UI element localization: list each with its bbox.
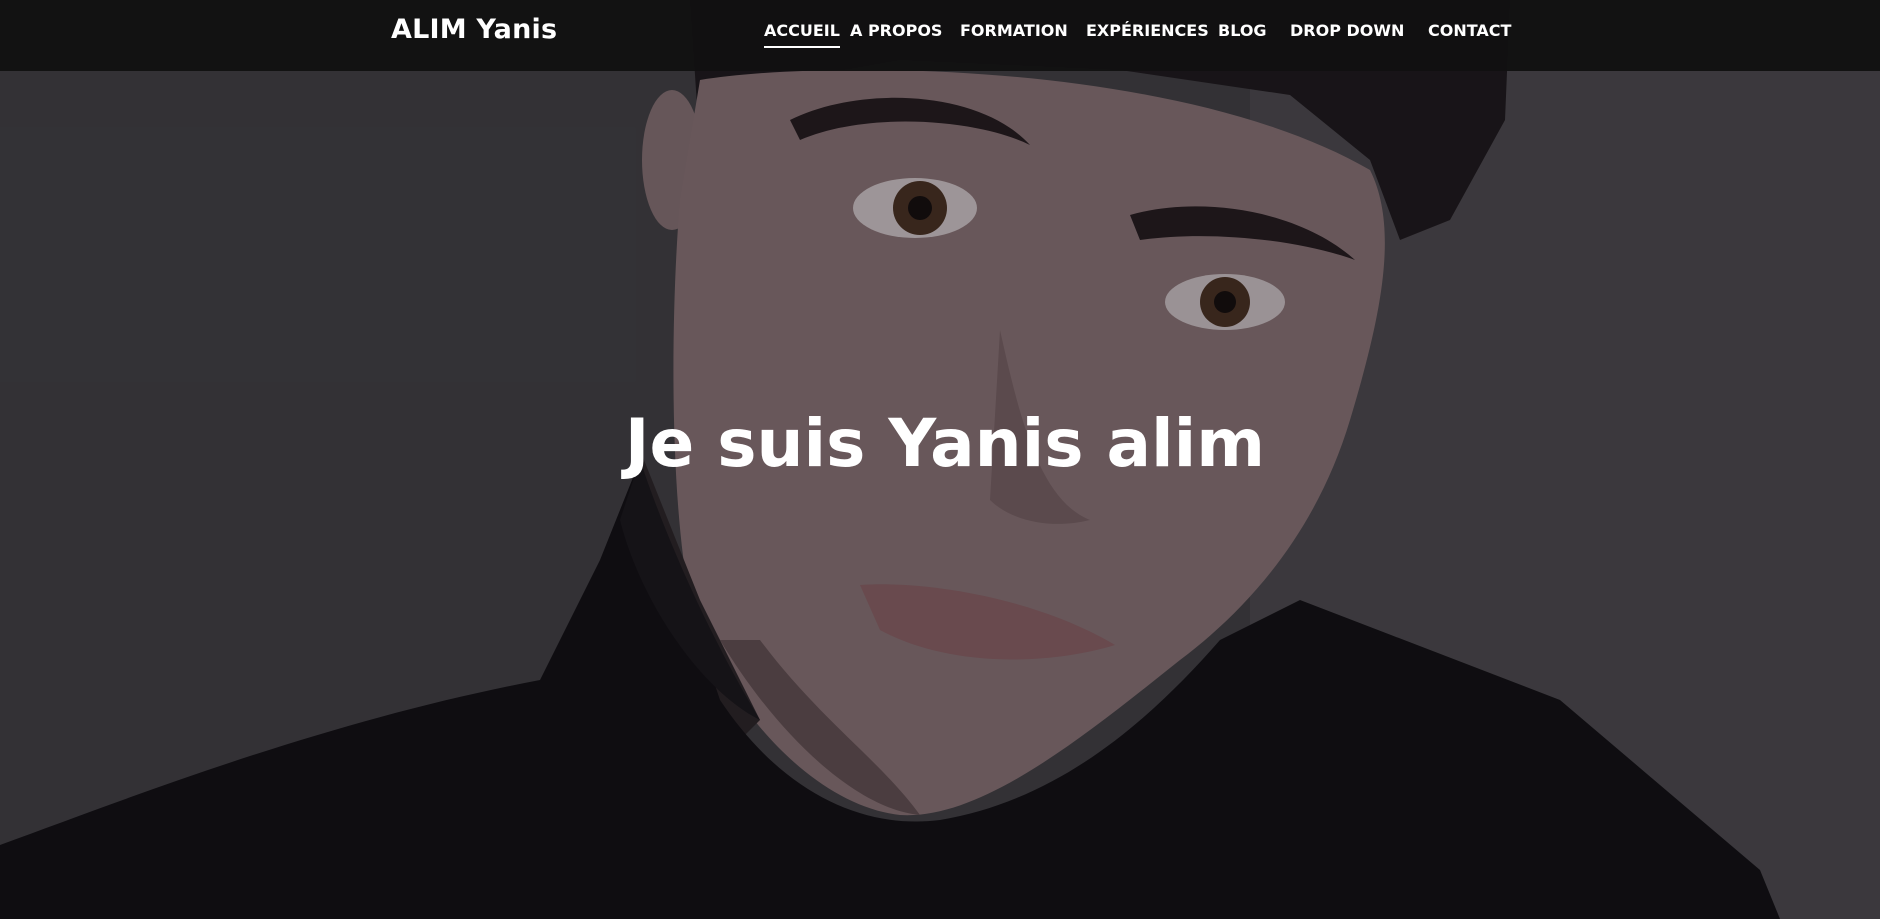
hero-section: Je suis Yanis alim <box>0 0 1880 919</box>
top-navbar: ALIM Yanis ACCUEIL A PROPOS FORMATION EX… <box>0 0 1880 71</box>
nav-item-drop-down[interactable]: DROP DOWN <box>1290 21 1404 40</box>
nav-item-experiences[interactable]: EXPÉRIENCES <box>1086 21 1209 40</box>
nav-item-accueil[interactable]: ACCUEIL <box>764 21 840 48</box>
nav-item-contact[interactable]: CONTACT <box>1428 21 1511 40</box>
nav-item-blog[interactable]: BLOG <box>1218 21 1267 40</box>
nav-item-formation[interactable]: FORMATION <box>960 21 1068 40</box>
nav-item-a-propos[interactable]: A PROPOS <box>850 21 942 40</box>
hero-headline: Je suis Yanis alim <box>624 405 1266 482</box>
brand-logo[interactable]: ALIM Yanis <box>391 14 557 45</box>
